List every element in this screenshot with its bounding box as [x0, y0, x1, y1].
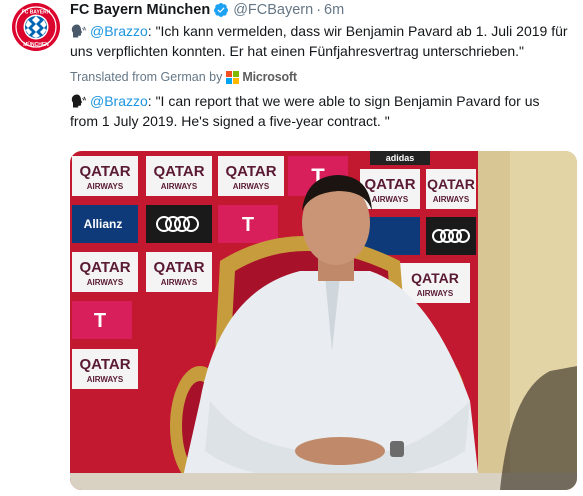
svg-text:AIRWAYS: AIRWAYS [433, 195, 470, 204]
svg-text:T: T [242, 214, 254, 236]
user-handle[interactable]: @FCBayern [233, 2, 313, 18]
svg-text:QATAR: QATAR [153, 163, 204, 180]
svg-text:AIRWAYS: AIRWAYS [417, 289, 454, 298]
svg-text:AIRWAYS: AIRWAYS [87, 278, 124, 287]
svg-text:AIRWAYS: AIRWAYS [233, 182, 270, 191]
speaking-head-icon [71, 24, 86, 38]
svg-text:QATAR: QATAR [79, 163, 130, 180]
svg-text:AIRWAYS: AIRWAYS [87, 182, 124, 191]
svg-text:QATAR: QATAR [153, 259, 204, 276]
press-conference-photo: QATAR AIRWAYS QATAR AIRWAYS QATAR AIRWAY… [70, 151, 577, 490]
speaking-head-icon [71, 94, 86, 108]
svg-text:FC BAYERN: FC BAYERN [22, 10, 51, 16]
svg-text:QATAR: QATAR [427, 176, 475, 192]
translator-brand[interactable]: Microsoft [242, 70, 297, 84]
mention-link[interactable]: @Brazzo [90, 93, 148, 109]
display-name[interactable]: FC Bayern München [70, 2, 210, 18]
svg-text:AIRWAYS: AIRWAYS [87, 375, 124, 384]
tweet-photo[interactable]: QATAR AIRWAYS QATAR AIRWAYS QATAR AIRWAY… [70, 151, 577, 490]
svg-text:QATAR: QATAR [79, 259, 130, 276]
timestamp[interactable]: 6m [324, 2, 344, 18]
svg-text:QATAR: QATAR [411, 270, 459, 286]
tweet-content: FC Bayern München @FCBayern · 6m @Brazzo… [70, 0, 575, 131]
tweet-text: @Brazzo: "Ich kann vermelden, dass wir B… [70, 21, 575, 61]
profile-avatar[interactable]: FC BAYERN MÜNCHEN [12, 3, 60, 51]
translation-attribution: Translated from German by Microsoft [70, 70, 575, 84]
tweet[interactable]: FC BAYERN MÜNCHEN FC Bayern München @FCB… [0, 0, 583, 496]
svg-text:Allianz: Allianz [84, 217, 123, 231]
svg-text:AIRWAYS: AIRWAYS [372, 195, 409, 204]
fc-bayern-logo: FC BAYERN MÜNCHEN [12, 3, 60, 51]
svg-text:T: T [94, 310, 106, 332]
svg-text:AIRWAYS: AIRWAYS [161, 278, 198, 287]
mention-link[interactable]: @Brazzo [90, 23, 148, 39]
tweet-header: FC Bayern München @FCBayern · 6m [70, 0, 575, 20]
svg-text:QATAR: QATAR [225, 163, 276, 180]
microsoft-logo [226, 70, 240, 84]
svg-text:QATAR: QATAR [79, 356, 130, 373]
verified-badge-icon [214, 3, 229, 17]
svg-text:AIRWAYS: AIRWAYS [161, 182, 198, 191]
svg-text:MÜNCHEN: MÜNCHEN [23, 41, 49, 48]
separator-dot: · [316, 2, 322, 18]
translated-text: @Brazzo: "I can report that we were able… [70, 91, 570, 131]
translated-from-label: Translated from German by [70, 70, 223, 84]
svg-text:adidas: adidas [386, 153, 415, 163]
svg-text:QATAR: QATAR [364, 176, 415, 193]
